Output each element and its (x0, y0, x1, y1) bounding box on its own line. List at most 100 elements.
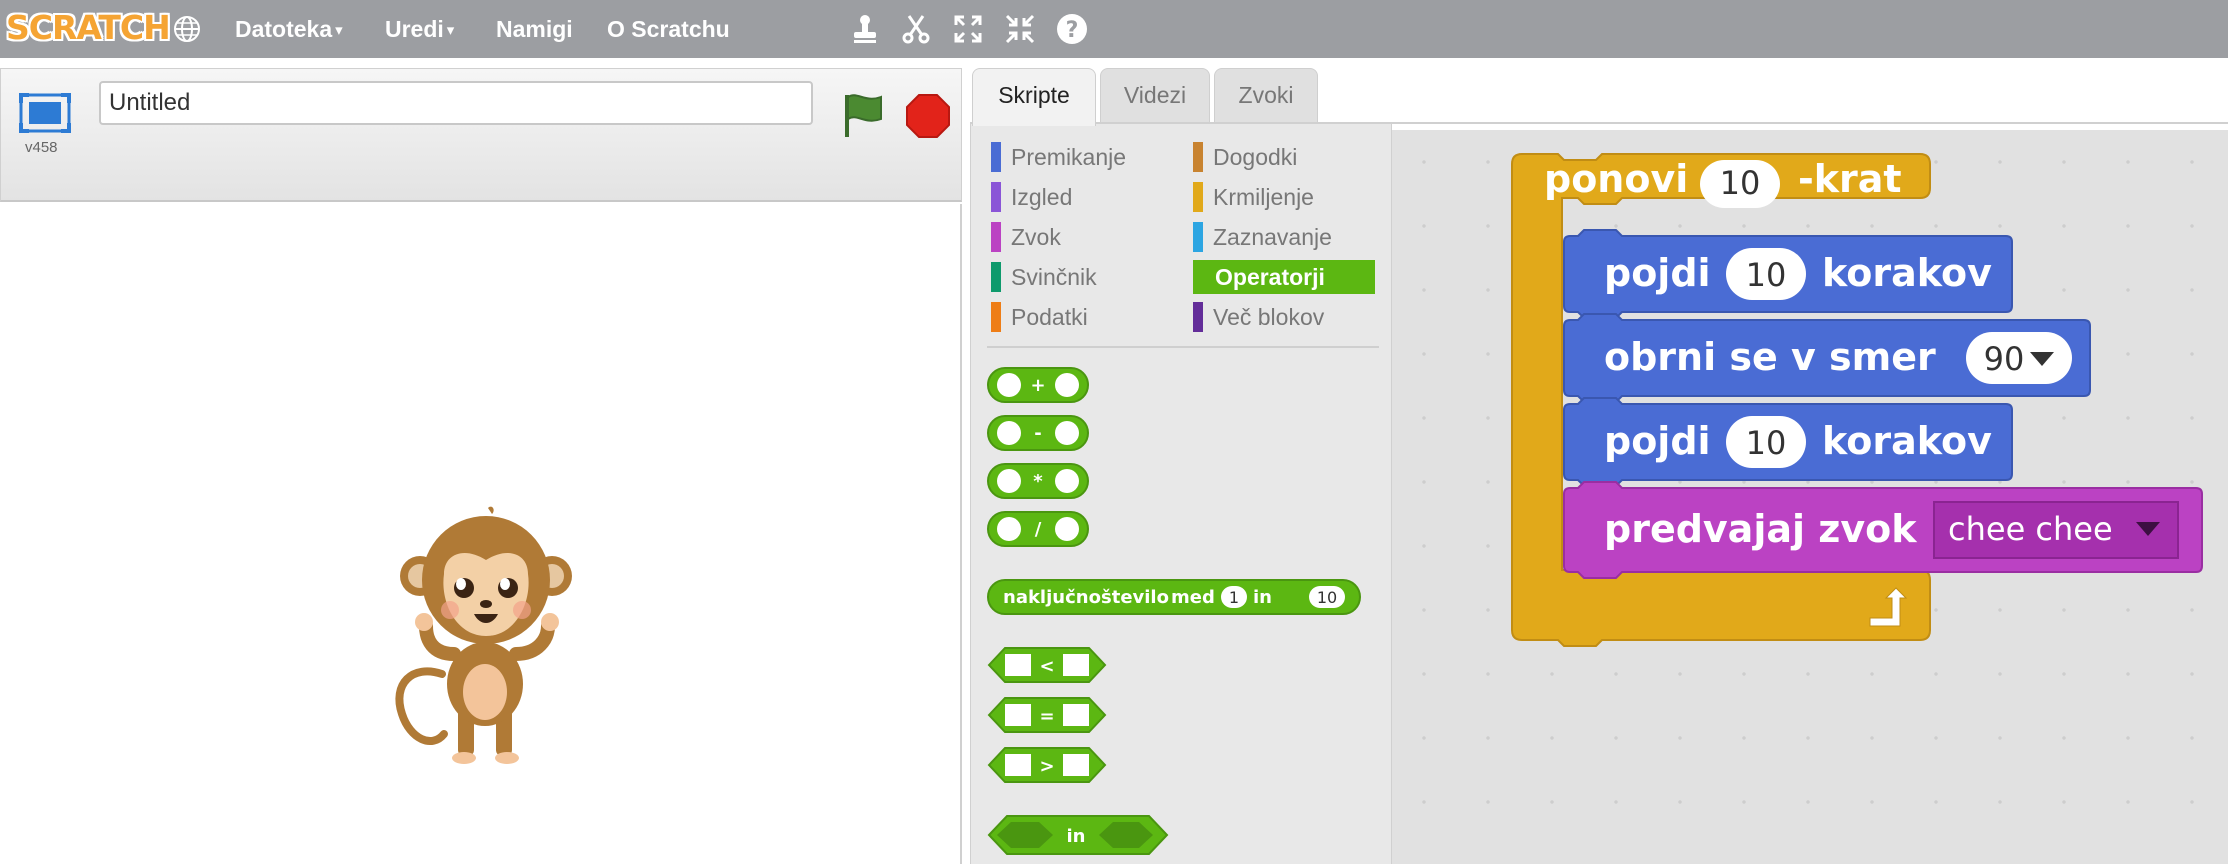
operator-symbol: > (1039, 756, 1054, 777)
tab-sounds[interactable]: Zvoki (1214, 68, 1318, 122)
shrink-arrows-icon[interactable] (1003, 12, 1037, 46)
sound-label: predvajaj zvok (1604, 507, 1917, 551)
chevron-down-icon: ▾ (446, 22, 455, 39)
category-pen[interactable]: Svinčnik (991, 260, 1181, 294)
move-steps-value: 10 (1746, 256, 1787, 294)
stage-canvas[interactable] (0, 204, 962, 864)
random-to-value: 10 (1317, 588, 1337, 607)
operator-symbol: = (1039, 706, 1054, 727)
equals-block[interactable]: = (987, 696, 1109, 736)
random-label-2: število (1101, 587, 1169, 608)
category-label: Zaznavanje (1213, 224, 1332, 250)
category-label: Izgled (1011, 184, 1073, 210)
category-swatch (1193, 262, 1203, 292)
grow-arrows-icon[interactable] (951, 12, 985, 46)
operator-symbol: < (1039, 656, 1054, 677)
category-label: Krmiljenje (1213, 184, 1314, 210)
chevron-down-icon: ▾ (335, 22, 343, 39)
block-palette: Premikanje Izgled Zvok Svinčnik Podatki … (970, 124, 1392, 864)
category-label: Podatki (1011, 304, 1088, 330)
and-block[interactable]: in (987, 814, 1171, 858)
move-steps-block[interactable]: pojdi 10 korakov (1563, 397, 2013, 487)
random-number-block[interactable]: naključno število med 1 in 10 (987, 578, 1363, 618)
stop-sign-icon[interactable] (905, 93, 951, 139)
category-swatch (991, 222, 1001, 252)
category-operators[interactable]: Operatorji (1193, 260, 1375, 294)
stage-header: v458 (0, 68, 962, 202)
multiply-operator-block[interactable]: * (987, 462, 1091, 502)
category-label: Operatorji (1215, 264, 1325, 290)
direction-value: 90 (1984, 340, 2025, 378)
cut-scissors-icon[interactable] (899, 12, 933, 46)
stage-panel: v458 (0, 58, 962, 864)
random-from-value: 1 (1229, 588, 1239, 607)
duplicate-stamp-icon[interactable] (848, 12, 882, 46)
palette-divider (987, 346, 1379, 348)
category-swatch (991, 262, 1001, 292)
category-label: Svinčnik (1011, 264, 1097, 290)
repeat-count-value: 10 (1720, 164, 1761, 202)
random-label-3: med (1171, 587, 1215, 608)
category-motion[interactable]: Premikanje (991, 140, 1181, 174)
category-sensing[interactable]: Zaznavanje (1193, 220, 1375, 254)
random-label-1: naključno (1003, 587, 1101, 608)
move-label: pojdi (1604, 419, 1711, 463)
svg-text:?: ? (1066, 18, 1079, 43)
random-and-label: in (1253, 587, 1272, 608)
category-swatch (1193, 222, 1203, 252)
top-menu-bar: SCRATCH Datoteka ▾ Uredi ▾ Namigi O Scratc… (0, 0, 2228, 58)
move-suffix: korakov (1822, 251, 1992, 295)
category-looks[interactable]: Izgled (991, 180, 1181, 214)
script-stack: ponovi 10 -krat pojdi 10 korakov obrni s… (1511, 153, 2203, 647)
category-swatch (991, 302, 1001, 332)
greater-than-block[interactable]: > (987, 746, 1109, 786)
and-label: in (1067, 826, 1086, 847)
turn-label: obrni se v smer (1604, 335, 1936, 379)
play-sound-block[interactable]: predvajaj zvok chee chee (1563, 481, 2203, 579)
version-label: v458 (25, 139, 58, 156)
monkey-sprite[interactable] (392, 504, 582, 766)
category-control[interactable]: Krmiljenje (1193, 180, 1375, 214)
category-swatch (1193, 142, 1203, 172)
category-label: Zvok (1011, 224, 1061, 250)
file-menu[interactable]: Datoteka ▾ (235, 16, 343, 43)
edit-menu[interactable]: Uredi ▾ (385, 16, 454, 43)
file-menu-label: Datoteka (235, 16, 333, 42)
category-more-blocks[interactable]: Več blokov (1193, 300, 1375, 334)
move-steps-value: 10 (1746, 424, 1787, 462)
category-data[interactable]: Podatki (991, 300, 1181, 334)
category-events[interactable]: Dogodki (1193, 140, 1375, 174)
tab-costumes[interactable]: Videzi (1100, 68, 1210, 122)
operator-symbol: * (1033, 471, 1043, 492)
tab-scripts[interactable]: Skripte (972, 68, 1096, 126)
less-than-block[interactable]: < (987, 646, 1109, 686)
presentation-mode-icon[interactable] (17, 89, 73, 139)
scratch-logo[interactable]: SCRATCH (6, 8, 171, 50)
tips-menu[interactable]: Namigi (496, 16, 573, 43)
about-menu[interactable]: O Scratchu (607, 16, 730, 43)
category-label: Premikanje (1011, 144, 1127, 170)
category-swatch (991, 142, 1001, 172)
category-label: Dogodki (1213, 144, 1298, 170)
category-label: Več blokov (1213, 304, 1325, 330)
sound-value: chee chee (1948, 510, 2113, 548)
project-title-input[interactable] (99, 81, 813, 125)
category-swatch (991, 182, 1001, 212)
language-globe-icon[interactable] (172, 14, 202, 44)
operator-symbol: / (1035, 519, 1042, 540)
repeat-suffix: -krat (1798, 157, 1902, 201)
move-steps-block[interactable]: pojdi 10 korakov (1563, 229, 2013, 319)
category-swatch (1193, 302, 1203, 332)
help-question-icon[interactable]: ? (1055, 12, 1089, 46)
point-direction-block[interactable]: obrni se v smer 90 (1563, 313, 2091, 403)
subtract-operator-block[interactable]: - (987, 414, 1091, 454)
repeat-label: ponovi (1544, 157, 1688, 201)
category-sound[interactable]: Zvok (991, 220, 1181, 254)
edit-menu-label: Uredi (385, 16, 444, 42)
divide-operator-block[interactable]: / (987, 510, 1091, 550)
move-suffix: korakov (1822, 419, 1992, 463)
add-operator-block[interactable]: + (987, 366, 1091, 406)
green-flag-icon[interactable] (839, 91, 885, 139)
operator-symbol: + (1030, 375, 1045, 396)
operator-symbol: - (1034, 423, 1041, 444)
